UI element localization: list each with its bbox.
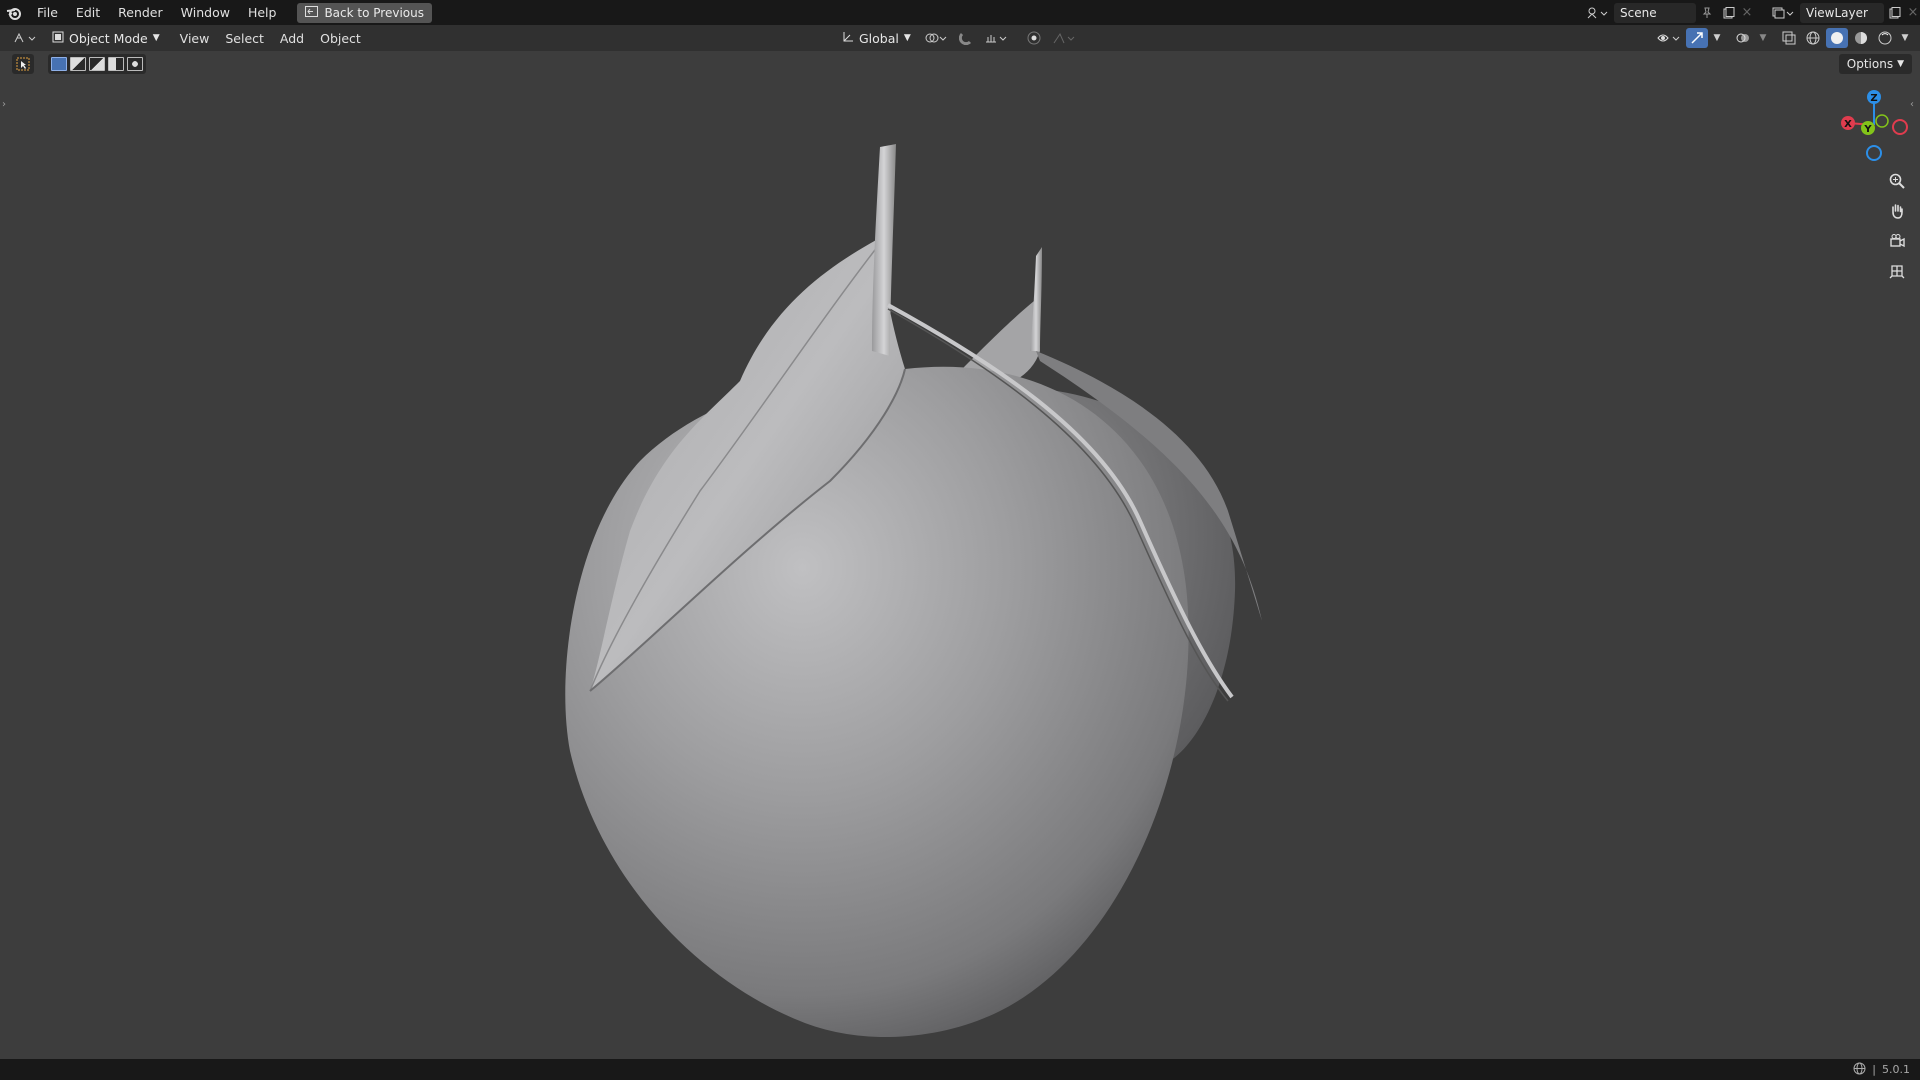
mode-set-icon[interactable] [51,57,67,71]
mode-subtract-icon[interactable] [89,57,105,71]
svg-text:Y: Y [1863,124,1872,135]
material-shading-icon[interactable] [1850,28,1872,48]
view-layer-name: ViewLayer [1806,5,1868,20]
gizmo-dropdown-icon[interactable]: ▼ [1710,28,1724,48]
menu-view[interactable]: View [172,31,218,46]
wireframe-shading-icon[interactable] [1802,28,1824,48]
chevron-down-icon: ▼ [152,33,160,43]
toolbar-expand-arrow-icon[interactable]: › [2,99,10,113]
mode-invert-icon[interactable] [108,57,124,71]
menu-select[interactable]: Select [217,31,272,46]
object-mode-icon [52,31,64,46]
zoom-icon[interactable] [1884,168,1910,194]
mode-dropdown[interactable]: Object Mode ▼ [46,28,166,48]
pin-icon[interactable] [1696,3,1718,23]
back-stem [1030,247,1042,351]
xray-icon[interactable] [1778,28,1800,48]
view-layer-field[interactable]: ViewLayer [1800,2,1884,23]
menu-help[interactable]: Help [239,0,286,25]
globe-icon [1853,1062,1866,1078]
status-divider: | [1872,1063,1876,1076]
delete-view-layer-icon[interactable]: × [1906,3,1920,23]
menu-render[interactable]: Render [109,0,172,25]
options-label: Options [1846,57,1894,71]
transform-orientation-dropdown[interactable]: Global ▼ [836,28,917,48]
proportional-editing-icon[interactable] [1023,28,1045,48]
version-label: 5.0.1 [1882,1063,1910,1076]
pivot-point-icon[interactable] [921,28,951,48]
menu-object[interactable]: Object [312,31,369,46]
visibility-icon[interactable] [1654,28,1684,48]
svg-text:X: X [1844,119,1852,130]
rendered-shading-icon[interactable] [1874,28,1896,48]
tool-settings-row [12,54,146,74]
selection-modes [48,54,146,74]
menu-window[interactable]: Window [172,0,239,25]
menu-edit[interactable]: Edit [67,0,109,25]
navigation-gizmo[interactable]: Z X Y [1834,81,1914,161]
shading-dropdown-icon[interactable]: ▼ [1898,28,1912,48]
menu-add[interactable]: Add [272,31,312,46]
snap-icon[interactable] [955,28,977,48]
scene-name: Scene [1620,5,1657,20]
falloff-icon[interactable] [1049,28,1079,48]
mode-intersect-icon[interactable] [127,57,143,71]
apple-model [565,144,1262,1038]
back-to-previous-button[interactable]: Back to Previous [297,2,432,23]
scene-name-field[interactable]: Scene [1614,2,1696,23]
chevron-down-icon: ▼ [1897,59,1904,69]
transform-orientation-label: Global [859,30,899,46]
delete-scene-icon[interactable]: × [1740,3,1754,23]
sidebar-expand-arrow-icon[interactable]: ‹ [1910,99,1918,113]
snap-target-icon[interactable] [981,28,1011,48]
view-layer-selector-icon[interactable] [1768,3,1798,23]
gizmo-neg-z-axis [1866,145,1882,161]
overlays-dropdown-icon[interactable]: ▼ [1756,28,1770,48]
new-scene-icon[interactable] [1718,3,1740,23]
overlays-icon[interactable] [1732,28,1754,48]
blender-logo-icon[interactable] [0,0,28,25]
mode-extend-icon[interactable] [70,57,86,71]
back-icon [305,5,319,20]
solid-shading-icon[interactable] [1826,28,1848,48]
transform-tools: Global ▼ [836,25,1079,51]
3d-viewport[interactable]: Z X Y › ‹ [0,51,1920,1059]
orientation-icon [842,31,854,46]
menu-file[interactable]: File [28,0,67,25]
svg-text:Z: Z [1870,93,1877,104]
status-bar: | 5.0.1 [0,1059,1920,1080]
new-view-layer-icon[interactable] [1884,3,1906,23]
back-to-previous-label: Back to Previous [324,5,424,20]
grid-view-icon[interactable] [1884,258,1910,284]
top-bar: File Edit Render Window Help Back to Pre… [0,0,1920,25]
select-tool-icon[interactable] [12,54,34,74]
gizmo-neg-x-axis [1892,119,1908,135]
options-dropdown[interactable]: Options ▼ [1838,54,1912,74]
viewport-display-tools: ▼ ▼ ▼ [1654,25,1912,51]
editor-type-icon[interactable] [8,28,42,48]
mode-label: Object Mode [69,30,148,46]
front-apple-body [565,366,1189,1038]
chevron-down-icon: ▼ [903,33,911,43]
gizmo-neg-y-axis [1875,114,1889,128]
scene-selector-icon[interactable] [1582,3,1612,23]
gizmo-toggle-icon[interactable] [1686,28,1708,48]
pan-hand-icon[interactable] [1884,198,1910,224]
camera-view-icon[interactable] [1884,228,1910,254]
